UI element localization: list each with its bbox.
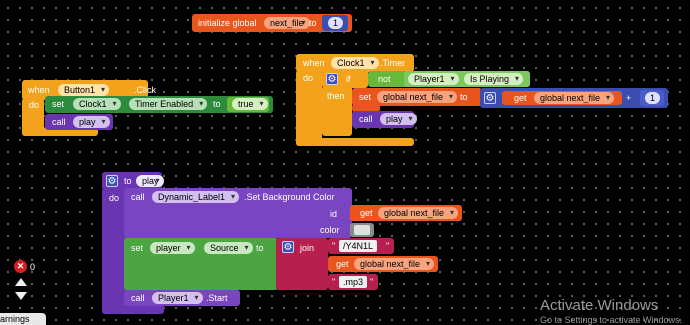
add-value[interactable]: 1 bbox=[645, 92, 661, 104]
set-global-set-label: set bbox=[359, 92, 372, 102]
set-source-to-label: to bbox=[256, 243, 264, 253]
set-to-label: to bbox=[213, 99, 221, 109]
player1-start-dropdown[interactable]: Player1 bbox=[152, 292, 203, 304]
clock-call-play-dropdown[interactable]: play bbox=[380, 113, 417, 125]
button-do-label: do bbox=[29, 100, 40, 110]
clock-event-footer bbox=[296, 138, 414, 146]
timer-event-label: .Timer bbox=[380, 58, 406, 68]
true-block[interactable]: true bbox=[227, 97, 269, 112]
str1-open-quote: " bbox=[332, 241, 336, 251]
watermark-line1: Activate Windows bbox=[540, 297, 659, 314]
warning-count: 0 bbox=[30, 262, 36, 272]
clock-call-play-block[interactable]: call play bbox=[352, 111, 417, 128]
button-call-play-block[interactable]: call play bbox=[45, 114, 113, 130]
click-event-label: .Click bbox=[134, 85, 156, 95]
if-label: if bbox=[346, 74, 351, 84]
id-get-var-dropdown[interactable]: global next_file bbox=[378, 207, 459, 219]
warnings-toggle[interactable]: arnings bbox=[0, 313, 46, 325]
warnings-toggle-label: arnings bbox=[0, 314, 30, 324]
error-icon: ✕ bbox=[14, 260, 27, 273]
then-label: then bbox=[327, 91, 345, 101]
button-component-dropdown[interactable]: Button1 bbox=[58, 84, 110, 96]
init-to-label: to bbox=[309, 18, 317, 28]
join-str2-block[interactable]: " .mp3 " bbox=[328, 274, 378, 290]
join-label: join bbox=[300, 243, 315, 253]
player-start-block[interactable]: call Player1 .Start bbox=[124, 290, 240, 306]
get-next-file-block[interactable]: get global next_file bbox=[502, 91, 622, 105]
start-method-label: .Start bbox=[206, 293, 228, 303]
set-timer-enabled-block[interactable]: set Clock1 Timer Enabled to true bbox=[45, 96, 273, 113]
set-bg-color-block[interactable]: call Dynamic_Label1 .Set Background Colo… bbox=[124, 188, 352, 238]
init-value-block[interactable]: 1 bbox=[322, 15, 348, 31]
warnings-scroll-handle[interactable] bbox=[14, 278, 28, 302]
player1-dropdown[interactable]: Player1 bbox=[408, 73, 459, 85]
clock-call-label: call bbox=[359, 114, 373, 124]
dynamic-label-dropdown[interactable]: Dynamic_Label1 bbox=[152, 191, 240, 203]
str2-open-quote: " bbox=[332, 277, 336, 287]
add-value-block[interactable]: 1 bbox=[640, 90, 664, 106]
activation-watermark: Activate Windows Go to Settings to activ… bbox=[540, 298, 682, 325]
clock-when-label: when bbox=[303, 58, 325, 68]
call-label: call bbox=[52, 117, 66, 127]
set-bg-method-label: .Set Background Color bbox=[244, 192, 335, 202]
init-global-block[interactable]: initialize global next_file to 1 bbox=[192, 14, 352, 32]
proc-name-field[interactable]: play bbox=[136, 175, 164, 187]
when-label: when bbox=[28, 85, 50, 95]
set-global-to-label: to bbox=[460, 92, 468, 102]
call-play-dropdown[interactable]: play bbox=[73, 116, 110, 128]
set-label: set bbox=[52, 99, 65, 109]
join-str1-value[interactable]: /Y4N1L bbox=[339, 240, 378, 252]
join-str2-value[interactable]: .mp3 bbox=[339, 276, 368, 288]
not-label: not bbox=[378, 74, 391, 84]
init-global-label: initialize global bbox=[198, 18, 257, 28]
add-block[interactable]: ⚙ get global next_file + 1 bbox=[480, 88, 668, 108]
join-get-var-dropdown[interactable]: global next_file bbox=[354, 258, 435, 270]
join-get-block[interactable]: get global next_file bbox=[328, 256, 438, 272]
id-get-label: get bbox=[360, 208, 373, 218]
proc-gear-icon[interactable]: ⚙ bbox=[106, 175, 118, 187]
clock-component-dropdown[interactable]: Clock1 bbox=[73, 98, 121, 110]
color-swatch[interactable] bbox=[350, 223, 374, 237]
join-get-label: get bbox=[336, 259, 349, 269]
id-get-block[interactable]: get global next_file bbox=[350, 205, 462, 221]
if-gear-icon[interactable]: ⚙ bbox=[326, 73, 338, 85]
id-param-label: id bbox=[330, 209, 338, 219]
join-block[interactable]: ⚙ join bbox=[276, 238, 328, 290]
set-source-set-label: set bbox=[131, 243, 144, 253]
scroll-down-icon bbox=[15, 292, 27, 300]
add-gear-icon[interactable]: ⚙ bbox=[484, 92, 496, 104]
join-str1-block[interactable]: " /Y4N1L " bbox=[328, 238, 394, 254]
get-label: get bbox=[514, 93, 527, 103]
color-param-label: color bbox=[320, 225, 340, 235]
str2-close-quote: " bbox=[370, 277, 374, 287]
join-gear-icon[interactable]: ⚙ bbox=[282, 241, 294, 253]
timer-enabled-dropdown[interactable]: Timer Enabled bbox=[129, 98, 208, 110]
clock-do-label: do bbox=[303, 73, 314, 83]
is-playing-dropdown[interactable]: Is Playing bbox=[464, 73, 524, 85]
plus-label: + bbox=[626, 93, 632, 103]
set-player-source-block[interactable]: set player Source to bbox=[124, 238, 278, 290]
scroll-up-icon bbox=[15, 278, 27, 286]
player-component-dropdown[interactable]: player bbox=[150, 242, 195, 254]
warnings-indicator[interactable]: ✕ 0 bbox=[14, 258, 46, 276]
source-property-dropdown[interactable]: Source bbox=[204, 242, 253, 254]
str1-close-quote: " bbox=[386, 241, 390, 251]
player-is-playing-block[interactable]: Player1 Is Playing bbox=[404, 71, 530, 87]
proc-to-label: to bbox=[124, 176, 132, 186]
proc-do-label: do bbox=[109, 193, 120, 203]
clock-timer-component-dropdown[interactable]: Clock1 bbox=[331, 57, 379, 69]
true-dropdown[interactable]: true bbox=[232, 98, 268, 110]
get-var-dropdown[interactable]: global next_file bbox=[534, 92, 615, 104]
set-bg-call-label: call bbox=[131, 192, 145, 202]
init-var-name[interactable]: next_file bbox=[264, 17, 310, 29]
set-global-var-dropdown[interactable]: global next_file bbox=[377, 91, 458, 103]
color-swatch-fill bbox=[354, 225, 370, 235]
watermark-line2: Go to Settings to activate Windows. bbox=[540, 315, 683, 325]
init-value[interactable]: 1 bbox=[328, 17, 344, 29]
player-start-call-label: call bbox=[131, 293, 145, 303]
not-block[interactable]: not Player1 Is Playing bbox=[368, 71, 530, 87]
